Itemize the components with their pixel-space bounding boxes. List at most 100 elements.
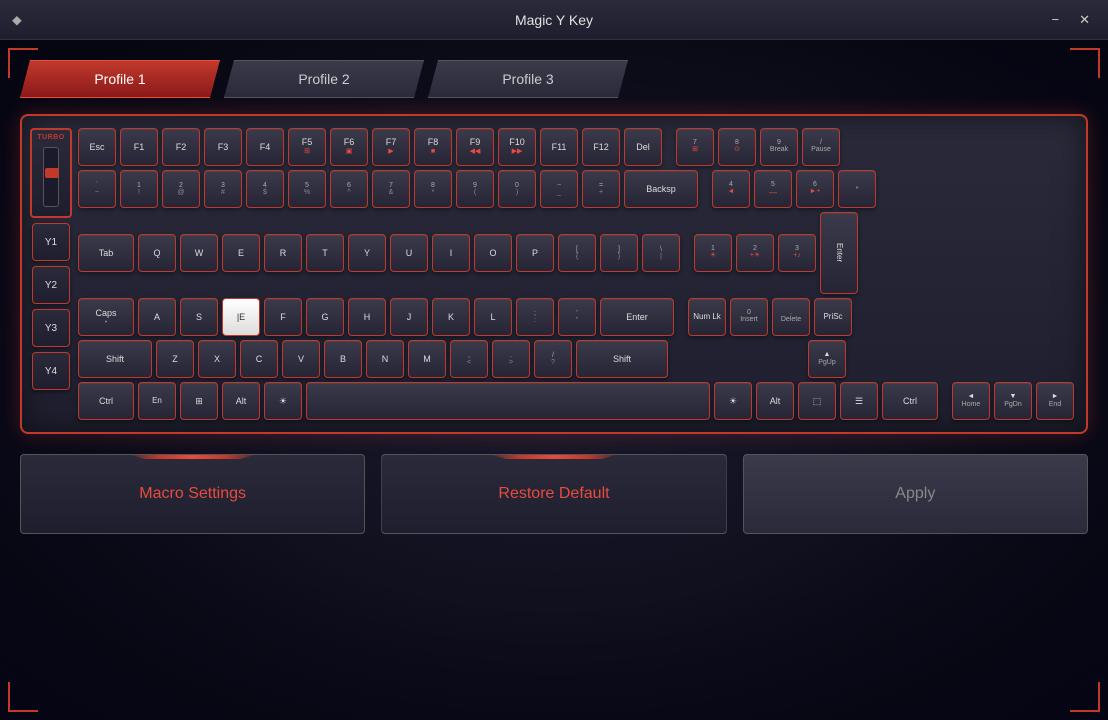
profile-tab-3[interactable]: Profile 3 [428, 60, 628, 98]
key-num9[interactable]: 9 Break [760, 128, 798, 166]
key-0[interactable]: 0 ) [498, 170, 536, 208]
key-x[interactable]: X [198, 340, 236, 378]
key-backtick[interactable]: ` ~ [78, 170, 116, 208]
key-n[interactable]: N [366, 340, 404, 378]
key-num4[interactable]: 4 ◄ [712, 170, 750, 208]
key-7[interactable]: 7 & [372, 170, 410, 208]
key-i[interactable]: I [432, 234, 470, 272]
key-num1[interactable]: 1 ☀ [694, 234, 732, 272]
key-f7[interactable]: F7 ▶ [372, 128, 410, 166]
key-8[interactable]: 8 * [414, 170, 452, 208]
key-win[interactable]: ⊞ [180, 382, 218, 420]
key-num2[interactable]: 2 +☀ [736, 234, 774, 272]
key-f1[interactable]: F1 [120, 128, 158, 166]
key-caps[interactable]: Caps • [78, 298, 134, 336]
key-tab[interactable]: Tab [78, 234, 134, 272]
key-d[interactable]: |E [222, 298, 260, 336]
key-lbracket[interactable]: [ { [558, 234, 596, 272]
key-num7[interactable]: 7 ⊞ [676, 128, 714, 166]
apply-button[interactable]: Apply [743, 454, 1088, 534]
key-quote[interactable]: ' " [558, 298, 596, 336]
key-lshift[interactable]: Shift [78, 340, 152, 378]
key-f[interactable]: F [264, 298, 302, 336]
key-r[interactable]: R [264, 234, 302, 272]
key-f2[interactable]: F2 [162, 128, 200, 166]
key-numdot[interactable]: . Delete [772, 298, 810, 336]
key-1[interactable]: 1 ! [120, 170, 158, 208]
key-rshift[interactable]: Shift [576, 340, 668, 378]
key-enter[interactable]: Enter [600, 298, 674, 336]
key-c[interactable]: C [240, 340, 278, 378]
key-j[interactable]: J [390, 298, 428, 336]
key-o[interactable]: O [474, 234, 512, 272]
key-lctrl[interactable]: Ctrl [78, 382, 134, 420]
key-f5[interactable]: F5 ⊞ [288, 128, 326, 166]
key-rctrl[interactable]: Ctrl [882, 382, 938, 420]
key-w[interactable]: W [180, 234, 218, 272]
key-brightness-up[interactable]: ☀ [714, 382, 752, 420]
key-period[interactable]: . > [492, 340, 530, 378]
key-del[interactable]: Del [624, 128, 662, 166]
key-ralt[interactable]: Alt [756, 382, 794, 420]
key-f11[interactable]: F11 [540, 128, 578, 166]
key-3[interactable]: 3 # [204, 170, 242, 208]
key-num-slash[interactable]: / Pause [802, 128, 840, 166]
key-e[interactable]: E [222, 234, 260, 272]
close-button[interactable]: ✕ [1073, 10, 1096, 30]
key-pgup[interactable]: ▲ PgUp [808, 340, 846, 378]
minimize-button[interactable]: − [1046, 10, 1066, 30]
key-m[interactable]: M [408, 340, 446, 378]
key-k[interactable]: K [432, 298, 470, 336]
key-brightness-dn[interactable]: ☀ [264, 382, 302, 420]
key-f6[interactable]: F6 ▣ [330, 128, 368, 166]
key-f4[interactable]: F4 [246, 128, 284, 166]
key-5[interactable]: 5 % [288, 170, 326, 208]
key-numpad-enter[interactable]: Enter [820, 212, 858, 294]
key-rbracket[interactable]: ] } [600, 234, 638, 272]
key-2[interactable]: 2 @ [162, 170, 200, 208]
key-h[interactable]: H [348, 298, 386, 336]
profile-tab-1[interactable]: Profile 1 [20, 60, 220, 98]
turbo-slider[interactable] [43, 147, 59, 207]
profile-tab-2[interactable]: Profile 2 [224, 60, 424, 98]
key-fn[interactable]: En [138, 382, 176, 420]
key-numlk[interactable]: Num Lk [688, 298, 726, 336]
key-print[interactable]: ⬚ [798, 382, 836, 420]
key-home[interactable]: ◄ Home [952, 382, 990, 420]
key-t[interactable]: T [306, 234, 344, 272]
key-p[interactable]: P [516, 234, 554, 272]
key-backslash[interactable]: \ | [642, 234, 680, 272]
key-num0[interactable]: 0 Insert [730, 298, 768, 336]
key-l[interactable]: L [474, 298, 512, 336]
key-f12[interactable]: F12 [582, 128, 620, 166]
key-6[interactable]: 6 ^ [330, 170, 368, 208]
y4-key[interactable]: Y4 [32, 352, 70, 390]
y2-key[interactable]: Y2 [32, 266, 70, 304]
key-num6[interactable]: 6 ►+ [796, 170, 834, 208]
key-9[interactable]: 9 ( [456, 170, 494, 208]
key-num5[interactable]: 5 — [754, 170, 792, 208]
key-comma[interactable]: , < [450, 340, 488, 378]
key-4[interactable]: 4 $ [246, 170, 284, 208]
y1-key[interactable]: Y1 [32, 223, 70, 261]
key-fwdslash[interactable]: / ? [534, 340, 572, 378]
key-num-star[interactable]: * [838, 170, 876, 208]
macro-settings-button[interactable]: Macro Settings [20, 454, 365, 534]
key-q[interactable]: Q [138, 234, 176, 272]
key-end[interactable]: ► End [1036, 382, 1074, 420]
key-equals[interactable]: = + [582, 170, 620, 208]
key-u[interactable]: U [390, 234, 428, 272]
key-f3[interactable]: F3 [204, 128, 242, 166]
key-num3[interactable]: 3 +♪ [778, 234, 816, 272]
key-v[interactable]: V [282, 340, 320, 378]
key-semicolon[interactable]: ; : [516, 298, 554, 336]
key-menu[interactable]: ☰ [840, 382, 878, 420]
key-f10[interactable]: F10 ▶▶ [498, 128, 536, 166]
key-lalt[interactable]: Alt [222, 382, 260, 420]
key-z[interactable]: Z [156, 340, 194, 378]
key-y[interactable]: Y [348, 234, 386, 272]
turbo-key[interactable]: TURBO [30, 128, 72, 218]
key-space[interactable] [306, 382, 710, 420]
restore-default-button[interactable]: Restore Default [381, 454, 726, 534]
key-num8[interactable]: 8 ⊙ [718, 128, 756, 166]
